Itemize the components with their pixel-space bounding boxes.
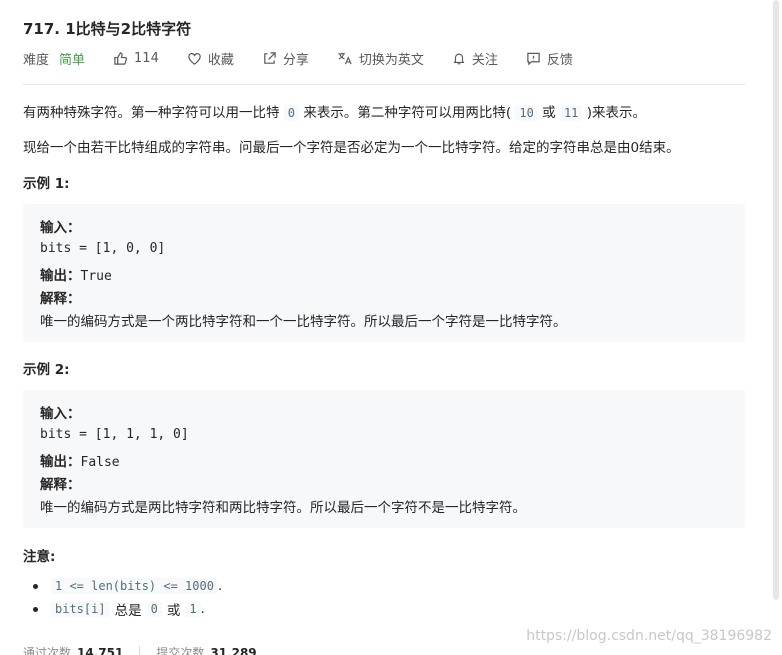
description-text: 有两种特殊字符。第一种字符可以用一比特 [23, 105, 280, 121]
accepted-label: 通过次数 [23, 646, 72, 655]
note-item-1: 1 <= len(bits) <= 1000 . [33, 578, 222, 594]
favorite-button[interactable]: 收藏 [187, 49, 234, 68]
example-output-value: False [80, 455, 120, 470]
accepted-value: 14,751 [77, 645, 124, 655]
example-input-value: bits = [1, 1, 1, 0] [40, 427, 189, 442]
example-1-block: 输入： bits = [1, 0, 0] 输出：True 解释： 唯一的编码方式… [23, 204, 745, 342]
inline-code: 0 [146, 601, 162, 617]
example-input-row: 输入： [40, 216, 81, 236]
header-divider [23, 84, 745, 85]
scrollbar[interactable] [773, 0, 779, 600]
problem-meta-bar: 难度 简单 114 收藏 分享 切换为英文 关注 反馈 [23, 48, 601, 68]
example-output-row: 输出：False [40, 450, 120, 470]
switch-language-label: 切换为英文 [358, 52, 424, 68]
example-output-label: 输出： [40, 454, 81, 470]
description-text: 或 [542, 105, 556, 121]
example-output-label: 输出： [40, 268, 81, 284]
submission-stats: 通过次数 14,751 提交次数 31,289 [23, 644, 257, 655]
watermark: https://blog.csdn.net/qq_38196982 [526, 628, 772, 644]
notes-heading: 注意: [23, 549, 56, 565]
note-text: 或 [166, 603, 181, 619]
example-input-row: 输入： [40, 402, 81, 422]
example-output-value: True [80, 269, 112, 284]
note-text: . [217, 578, 223, 594]
inline-code: 1 [185, 601, 201, 617]
problem-page: 717. 1比特与2比特字符 难度 简单 114 收藏 分享 切换为英文 关注 … [0, 0, 782, 655]
note-text: . [200, 601, 205, 617]
feedback-label: 反馈 [546, 52, 573, 68]
example-input-label: 输入： [40, 220, 81, 236]
inline-code: 11 [559, 105, 583, 121]
example-explain-label: 解释： [40, 291, 81, 307]
example-output-row: 输出：True [40, 264, 112, 284]
description-text: )来表示。 [586, 105, 646, 121]
difficulty-badge: 简单 [59, 52, 86, 68]
description-paragraph-2: 现给一个由若干比特组成的字符串。问最后一个字符是否必定为一个一比特字符。给定的字… [23, 140, 680, 156]
inline-code: 10 [515, 105, 538, 121]
heart-icon [188, 52, 201, 65]
example-explain-text: 唯一的编码方式是两比特字符和两比特字符。所以最后一个字符不是一比特字符。 [40, 500, 526, 516]
note-text: 总是 [114, 603, 142, 619]
inline-code: 0 [283, 105, 300, 121]
feedback-icon [527, 52, 540, 65]
like-count: 114 [134, 50, 159, 66]
example-input-value: bits = [1, 0, 0] [40, 241, 166, 256]
translate-icon [338, 52, 352, 64]
description-paragraph-1: 有两种特殊字符。第一种字符可以用一比特 0 来表示。第二种字符可以用两比特( 1… [23, 101, 646, 121]
problem-title: 717. 1比特与2比特字符 [23, 20, 192, 38]
example-2-block: 输入： bits = [1, 1, 1, 0] 输出：False 解释： 唯一的… [23, 390, 745, 528]
share-button[interactable]: 分享 [262, 49, 309, 68]
inline-code: bits[i] [51, 601, 110, 617]
bell-icon [453, 53, 465, 64]
note-item-2: bits[i] 总是 0 或 1 . [33, 599, 205, 619]
difficulty-label: 难度 [23, 52, 50, 68]
example-1-heading: 示例 1: [23, 176, 70, 192]
example-explain-row: 解释： [40, 287, 81, 307]
example-2-heading: 示例 2: [23, 362, 70, 378]
example-explain-label: 解释： [40, 477, 81, 493]
example-explain-text: 唯一的编码方式是一个两比特字符和一个一比特字符。所以最后一个字符是一比特字符。 [40, 314, 567, 330]
share-label: 分享 [282, 52, 309, 68]
stats-divider [139, 645, 141, 655]
bullet-icon [33, 583, 38, 589]
switch-language-button[interactable]: 切换为英文 [337, 49, 424, 68]
inline-code: 1 <= len(bits) <= 1000 [51, 578, 218, 594]
thumbs-up-icon [114, 51, 127, 65]
follow-button[interactable]: 关注 [452, 49, 498, 68]
favorite-label: 收藏 [207, 52, 234, 68]
example-input-label: 输入： [40, 406, 81, 422]
follow-label: 关注 [471, 52, 498, 68]
description-text: 来表示。第二种字符可以用两比特( [303, 105, 512, 121]
submitted-label: 提交次数 [156, 646, 205, 655]
like-button[interactable]: 114 [113, 51, 159, 66]
bullet-icon [33, 606, 38, 612]
feedback-button[interactable]: 反馈 [526, 49, 573, 68]
example-explain-row: 解释： [40, 473, 81, 493]
submitted-value: 31,289 [210, 645, 257, 655]
share-icon [264, 51, 276, 64]
